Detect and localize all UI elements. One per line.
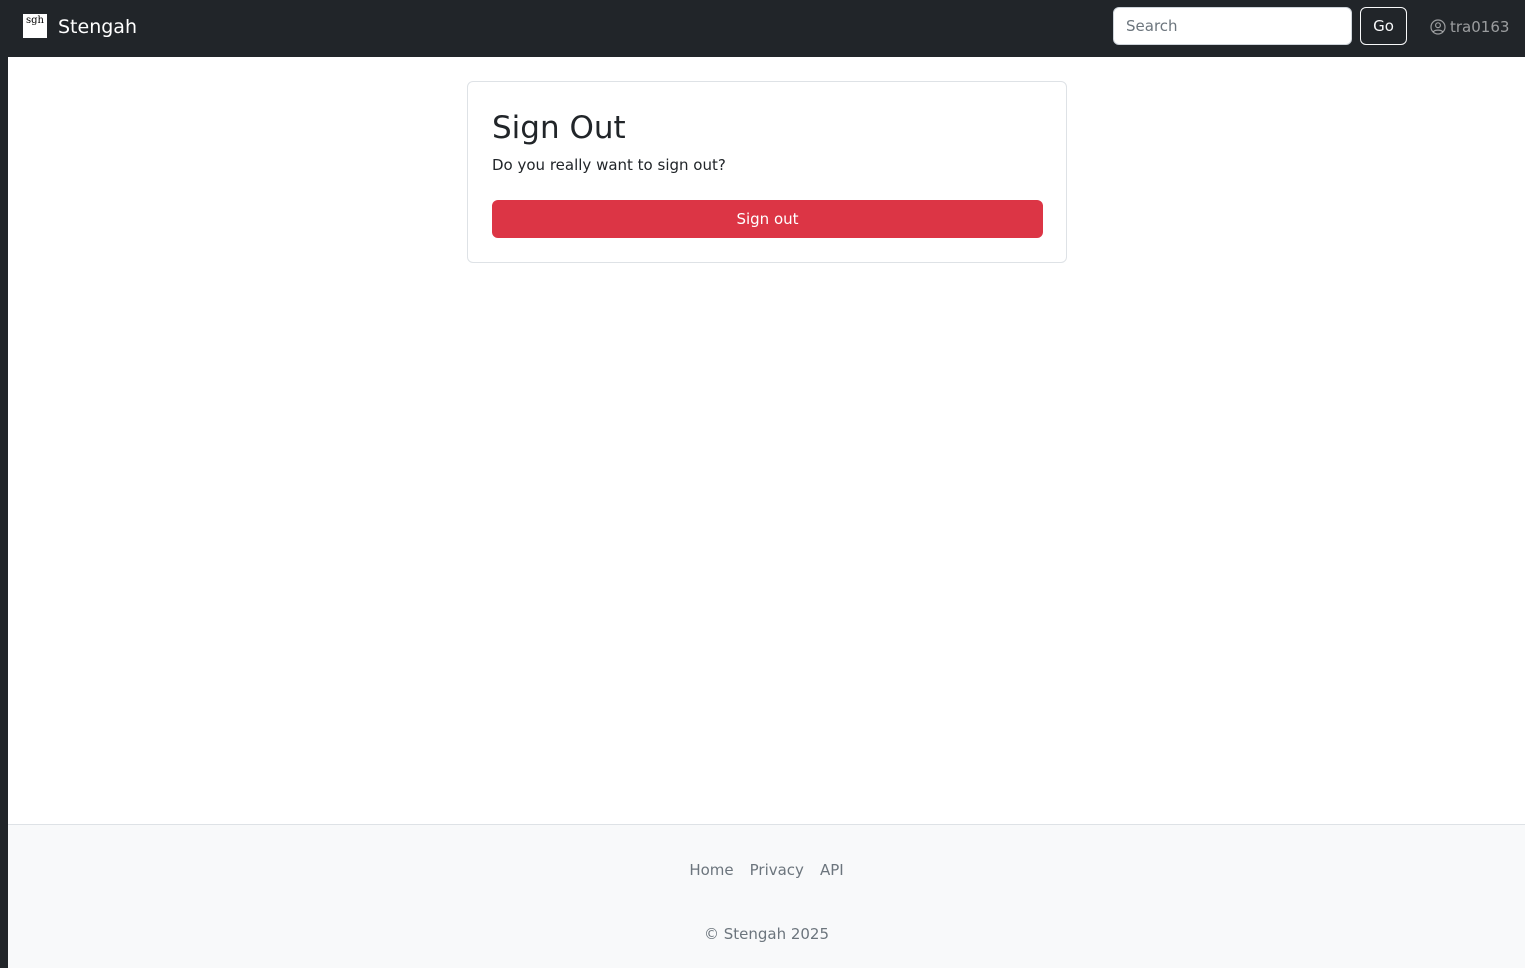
- signout-card: Sign Out Do you really want to sign out?…: [467, 81, 1067, 263]
- page: sgh Stengah Go tra0163 Sign Out Do you r…: [8, 0, 1525, 968]
- person-circle-icon: [1430, 19, 1446, 35]
- username-label: tra0163: [1450, 18, 1510, 36]
- user-menu-link[interactable]: tra0163: [1430, 16, 1509, 38]
- navbar: sgh Stengah Go tra0163: [8, 0, 1525, 57]
- footer: Home Privacy API © Stengah 2025: [8, 824, 1525, 968]
- go-button[interactable]: Go: [1360, 7, 1407, 45]
- page-title: Sign Out: [492, 110, 626, 146]
- copyright-text: © Stengah 2025: [703, 925, 830, 943]
- brand-name[interactable]: Stengah: [58, 14, 137, 40]
- footer-link-home[interactable]: Home: [689, 859, 733, 881]
- footer-link-api[interactable]: API: [820, 859, 844, 881]
- confirm-text: Do you really want to sign out?: [492, 156, 726, 174]
- footer-link-privacy[interactable]: Privacy: [750, 859, 804, 881]
- signout-button[interactable]: Sign out: [492, 200, 1043, 238]
- footer-nav: Home Privacy API: [8, 859, 1525, 881]
- brand-logo[interactable]: sgh: [23, 14, 47, 38]
- search-input[interactable]: [1113, 7, 1352, 45]
